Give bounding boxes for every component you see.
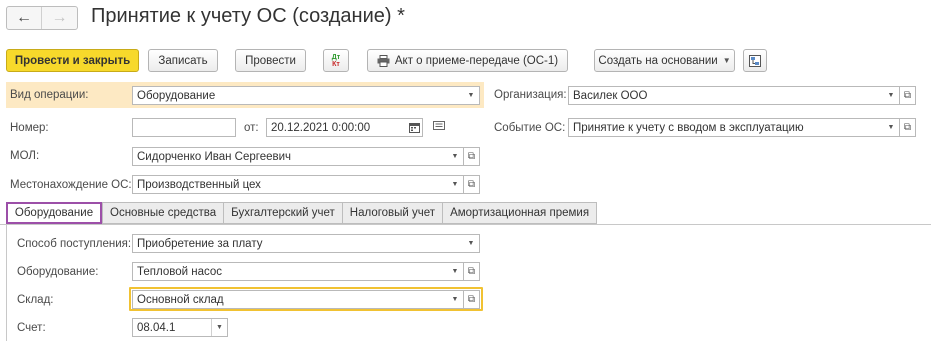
number-label: Номер: [10,122,49,134]
dropdown-arrow-icon[interactable]: ▼ [883,87,899,104]
date-input[interactable]: 20.12.2021 0:00:00 [266,118,423,137]
page-title: Принятие к учету ОС (создание) * [91,5,405,27]
warehouse-value: Основной склад [137,293,224,306]
dt-kt-button[interactable]: Дт Кт [323,49,349,72]
account-select[interactable]: 08.04.1 ▼ [132,318,228,337]
dropdown-arrow-icon: ▼ [722,56,731,65]
dropdown-arrow-icon[interactable]: ▼ [883,119,899,136]
operation-type-label: Вид операции: [10,89,89,101]
equipment-label: Оборудование: [17,266,99,278]
event-select[interactable]: Принятие к учету с вводом в эксплуатацию… [568,118,900,137]
create-based-on-label: Создать на основании [598,54,718,67]
post-and-close-button[interactable]: Провести и закрыть [6,49,139,72]
structure-button[interactable] [743,49,767,72]
tab-accounting[interactable]: Бухгалтерский учет [224,202,343,224]
kt-label: Кт [332,60,340,68]
receipt-method-select[interactable]: Приобретение за плату ▼ [132,234,480,253]
organization-value: Василек ООО [573,89,648,102]
printer-icon [377,54,390,67]
operation-type-value: Оборудование [137,89,216,102]
number-input[interactable] [132,118,236,137]
mol-value: Сидорченко Иван Сергеевич [137,150,292,163]
open-icon: ⧉ [467,266,476,277]
tab-tax-accounting[interactable]: Налоговый учет [342,202,444,224]
open-mol-button[interactable]: ⧉ [464,147,480,166]
calendar-icon[interactable] [406,119,422,136]
act-os1-label: Акт о приеме-передаче (ОС-1) [394,54,559,67]
location-field[interactable]: Производственный цех ▼ [132,175,464,194]
event-value: Принятие к учету с вводом в эксплуатацию [573,121,804,134]
dropdown-arrow-icon[interactable]: ▼ [463,87,479,104]
account-label: Счет: [17,322,46,334]
warehouse-field[interactable]: Основной склад ▼ [132,290,464,309]
tab-equipment[interactable]: Оборудование [6,202,102,224]
account-value: 08.04.1 [137,321,176,334]
mol-field[interactable]: Сидорченко Иван Сергеевич ▼ [132,147,464,166]
dt-label: Дт [331,53,341,61]
equipment-field[interactable]: Тепловой насос ▼ [132,262,464,281]
equipment-value: Тепловой насос [137,265,223,278]
open-organization-button[interactable]: ⧉ [900,86,916,105]
mol-label: МОЛ: [10,150,40,162]
tab-depreciation-bonus[interactable]: Амортизационная премия [443,202,598,224]
open-event-button[interactable]: ⧉ [900,118,916,137]
location-label: Местонахождение ОС: [10,179,132,191]
receipt-method-value: Приобретение за плату [137,237,263,250]
dropdown-arrow-icon[interactable]: ▼ [447,148,463,165]
organization-field[interactable]: Василек ООО ▼ [568,86,900,105]
post-button[interactable]: Провести [235,49,306,72]
tab-bar: Оборудование Основные средства Бухгалтер… [6,202,598,224]
open-icon: ⧉ [467,151,476,162]
dropdown-arrow-icon[interactable]: ▼ [211,319,227,336]
open-icon: ⧉ [467,179,476,190]
dt-kt-icon: Дт Кт [332,54,340,68]
navigation-group: ← → [6,6,78,30]
dropdown-arrow-icon[interactable]: ▼ [463,235,479,252]
dropdown-arrow-icon[interactable]: ▼ [447,291,463,308]
forward-arrow-icon[interactable]: → [42,7,77,29]
receipt-method-label: Способ поступления: [17,238,132,250]
act-os1-button[interactable]: Акт о приеме-передаче (ОС-1) [367,49,568,72]
open-warehouse-button[interactable]: ⧉ [464,290,480,309]
organization-label: Организация: [494,89,567,101]
open-icon: ⧉ [903,90,912,101]
operation-type-select[interactable]: Оборудование ▼ [132,86,480,105]
open-equipment-button[interactable]: ⧉ [464,262,480,281]
event-label: Событие ОС: [494,122,566,134]
dropdown-arrow-icon[interactable]: ▼ [447,176,463,193]
dropdown-arrow-icon[interactable]: ▼ [447,263,463,280]
open-icon: ⧉ [467,294,476,305]
date-label: от: [244,122,259,134]
save-button[interactable]: Записать [148,49,218,72]
create-based-on-button[interactable]: Создать на основании ▼ [594,49,735,72]
date-value: 20.12.2021 0:00:00 [271,121,371,134]
location-value: Производственный цех [137,178,261,191]
structure-icon [748,54,762,68]
warehouse-label: Склад: [17,294,54,306]
tab-fixed-assets[interactable]: Основные средства [102,202,225,224]
open-icon: ⧉ [903,122,912,133]
open-location-button[interactable]: ⧉ [464,175,480,194]
comment-icon[interactable] [433,120,445,135]
back-arrow-icon[interactable]: ← [7,7,42,29]
